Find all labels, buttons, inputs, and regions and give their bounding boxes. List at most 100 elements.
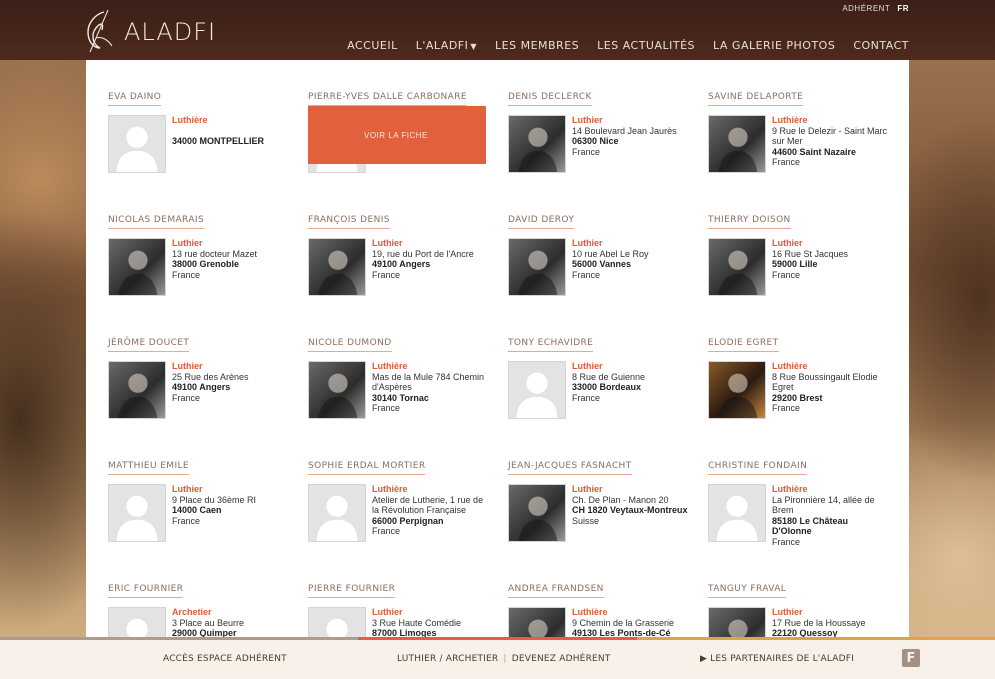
partners-link[interactable]: ▶ LES PARTENAIRES DE L'ALADFI xyxy=(700,654,854,664)
member-role: Luthière xyxy=(372,361,408,371)
member-name[interactable]: Sophie Erdal Mortier xyxy=(308,461,426,475)
member-city: CH 1820 Veytaux-Montreux xyxy=(572,505,688,515)
member-thumbnail[interactable] xyxy=(108,238,166,296)
member-card[interactable]: Sophie Erdal Mortier Luthière Atelier de L… xyxy=(308,455,508,578)
member-card-body: Luthière 8 Rue Boussingault Elodie Egret 2… xyxy=(708,361,908,419)
nav-les-membres[interactable]: LES MEMBRES xyxy=(495,39,580,64)
member-card[interactable]: Jérôme Doucet Luthier 25 Rue des Arènes 491… xyxy=(108,332,308,455)
member-thumbnail[interactable] xyxy=(308,361,366,419)
member-thumbnail[interactable] xyxy=(108,484,166,542)
member-thumbnail[interactable] xyxy=(708,115,766,173)
member-card[interactable]: David Deroy Luthier 10 rue Abel Le Roy 5600… xyxy=(508,209,708,332)
member-card-body: Luthière La Pironnière 14, allée de Brem 8… xyxy=(708,484,908,547)
member-name[interactable]: Tony Echavidre xyxy=(508,338,594,352)
member-card[interactable]: Nicolas Demarais Luthier 13 rue docteur Ma… xyxy=(108,209,308,332)
nav-contact[interactable]: CONTACT xyxy=(853,39,909,58)
member-name[interactable]: Denis Declerck xyxy=(508,92,592,106)
member-thumbnail[interactable] xyxy=(708,361,766,419)
member-thumbnail[interactable] xyxy=(708,607,766,638)
member-name[interactable]: Jérôme Doucet xyxy=(108,338,190,352)
member-name[interactable]: David Deroy xyxy=(508,215,575,229)
member-card[interactable]: François Denis Luthier 19, rue du Port de … xyxy=(308,209,508,332)
member-thumbnail[interactable] xyxy=(708,238,766,296)
member-address: 14 Boulevard Jean Jaurès xyxy=(572,125,677,136)
member-card[interactable]: Eric Fournier Archetier 3 Place au Beurre 2… xyxy=(108,578,308,638)
devenez-adherent-link[interactable]: DEVENEZ ADHÉRENT xyxy=(512,654,611,664)
member-name[interactable]: Pierre-Yves Dalle Carbonare xyxy=(308,92,467,106)
view-profile-button[interactable]: VOIR LA FICHE xyxy=(308,106,486,164)
member-card[interactable]: Savine Delaporte Luthière 9 Rue le Delezir… xyxy=(708,86,908,209)
member-thumbnail[interactable] xyxy=(708,484,766,542)
member-thumbnail[interactable] xyxy=(508,607,566,638)
member-address: 17 Rue de la Houssaye xyxy=(772,617,866,628)
member-name[interactable]: Thierry Doison xyxy=(708,215,791,229)
member-name[interactable]: Eva Daino xyxy=(108,92,162,106)
member-name[interactable]: Tanguy Fraval xyxy=(708,584,787,598)
member-card[interactable]: Tony Echavidre Luthier 8 Rue de Guienne 330… xyxy=(508,332,708,455)
member-address: Ch. De Plan - Manon 20 xyxy=(572,494,669,505)
member-area-link[interactable]: ACCÈS ESPACE ADHÉRENT xyxy=(163,654,287,664)
member-card[interactable]: Pierre-Yves Dalle Carbonare VOIR LA FICHE xyxy=(308,86,508,209)
member-card[interactable]: Elodie Egret Luthière 8 Rue Boussingault E… xyxy=(708,332,908,455)
member-name[interactable]: Elodie Egret xyxy=(708,338,779,352)
member-country: France xyxy=(372,269,401,280)
member-thumbnail[interactable] xyxy=(108,115,166,173)
member-city: 56000 Vannes xyxy=(572,259,632,269)
member-name[interactable]: Jean-Jacques Fasnacht xyxy=(508,461,632,475)
member-thumbnail[interactable] xyxy=(508,115,566,173)
facebook-icon[interactable]: f xyxy=(902,649,920,667)
member-name[interactable]: Matthieu Emile xyxy=(108,461,190,475)
nav-accueil[interactable]: ACCUEIL xyxy=(347,39,398,58)
member-card[interactable]: Jean-Jacques Fasnacht Luthier Ch. De Plan … xyxy=(508,455,708,578)
member-card[interactable]: Nicole Dumond Luthière Mas de la Mule 784 … xyxy=(308,332,508,455)
member-city: 49100 Angers xyxy=(172,382,231,392)
member-name[interactable]: Christine Fondain xyxy=(708,461,808,475)
luthier-archetier-link[interactable]: LUTHIER / ARCHETIER xyxy=(397,654,498,664)
member-country: France xyxy=(572,392,601,403)
member-address: Mas de la Mule 784 Chemin d'Aspères xyxy=(372,371,485,393)
member-card[interactable]: Denis Declerck Luthier 14 Boulevard Jean J… xyxy=(508,86,708,209)
member-card[interactable]: Andrea Frandsen Luthière 9 Chemin de la Gr… xyxy=(508,578,708,638)
member-card[interactable]: Tanguy Fraval Luthier 17 Rue de la Houssay… xyxy=(708,578,908,638)
members-grid: Eva Daino Luthière 34000 MONTPELLIER Pierre… xyxy=(108,86,908,638)
member-info: Luthière 34000 MONTPELLIER xyxy=(172,115,290,173)
nav-actualites[interactable]: LES ACTUALITÉS xyxy=(597,39,695,58)
member-thumbnail[interactable] xyxy=(308,607,366,638)
member-name[interactable]: Andrea Frandsen xyxy=(508,584,604,598)
member-thumbnail[interactable] xyxy=(508,361,566,419)
member-name[interactable]: Eric Fournier xyxy=(108,584,184,598)
member-card[interactable]: Matthieu Emile Luthier 9 Place du 36ème RI… xyxy=(108,455,308,578)
member-thumbnail[interactable] xyxy=(508,238,566,296)
member-info: Luthière 8 Rue Boussingault Elodie Egret 2… xyxy=(772,361,890,419)
member-card[interactable]: Pierre Fournier Luthier 3 Rue Haute Comédi… xyxy=(308,578,508,638)
nav-galerie-photos[interactable]: LA GALERIE PHOTOS xyxy=(713,39,835,58)
member-info: Luthier 9 Place du 36ème RI 14000 Caen Fran… xyxy=(172,484,290,542)
member-name[interactable]: François Denis xyxy=(308,215,390,229)
member-name[interactable]: Savine Delaporte xyxy=(708,92,804,106)
member-photo-icon xyxy=(718,250,758,295)
member-thumbnail[interactable] xyxy=(508,484,566,542)
member-address: 9 Place du 36ème RI xyxy=(172,494,257,505)
member-card[interactable]: Thierry Doison Luthier 16 Rue St Jacques 59… xyxy=(708,209,908,332)
separator: | xyxy=(500,654,510,664)
site-header: ALADFI ADHÉRENT FR ACCUEIL L'ALADFI ▼ LES… xyxy=(0,0,995,64)
member-link[interactable]: ADHÉRENT xyxy=(842,4,890,13)
member-country: France xyxy=(572,146,601,157)
nav-aladfi[interactable]: L'ALADFI ▼ xyxy=(416,39,477,58)
site-logo[interactable]: ALADFI xyxy=(78,8,216,56)
member-thumbnail[interactable] xyxy=(308,238,366,296)
member-name[interactable]: Pierre Fournier xyxy=(308,584,396,598)
member-name[interactable]: Nicole Dumond xyxy=(308,338,392,352)
member-card[interactable]: Eva Daino Luthière 34000 MONTPELLIER xyxy=(108,86,308,209)
member-city: 49100 Angers xyxy=(372,259,431,269)
member-thumbnail[interactable] xyxy=(308,484,366,542)
default-avatar-icon xyxy=(116,126,158,172)
member-address: 10 rue Abel Le Roy xyxy=(572,248,649,259)
member-card[interactable]: Christine Fondain Luthière La Pironnière 1… xyxy=(708,455,908,578)
member-thumbnail[interactable] xyxy=(108,361,166,419)
member-name[interactable]: Nicolas Demarais xyxy=(108,215,205,229)
member-card-body: Luthier 10 rue Abel Le Roy 56000 Vannes Fra… xyxy=(508,238,708,296)
language-switch[interactable]: FR xyxy=(897,4,909,13)
member-city: 06300 Nice xyxy=(572,136,619,146)
member-thumbnail[interactable] xyxy=(108,607,166,638)
